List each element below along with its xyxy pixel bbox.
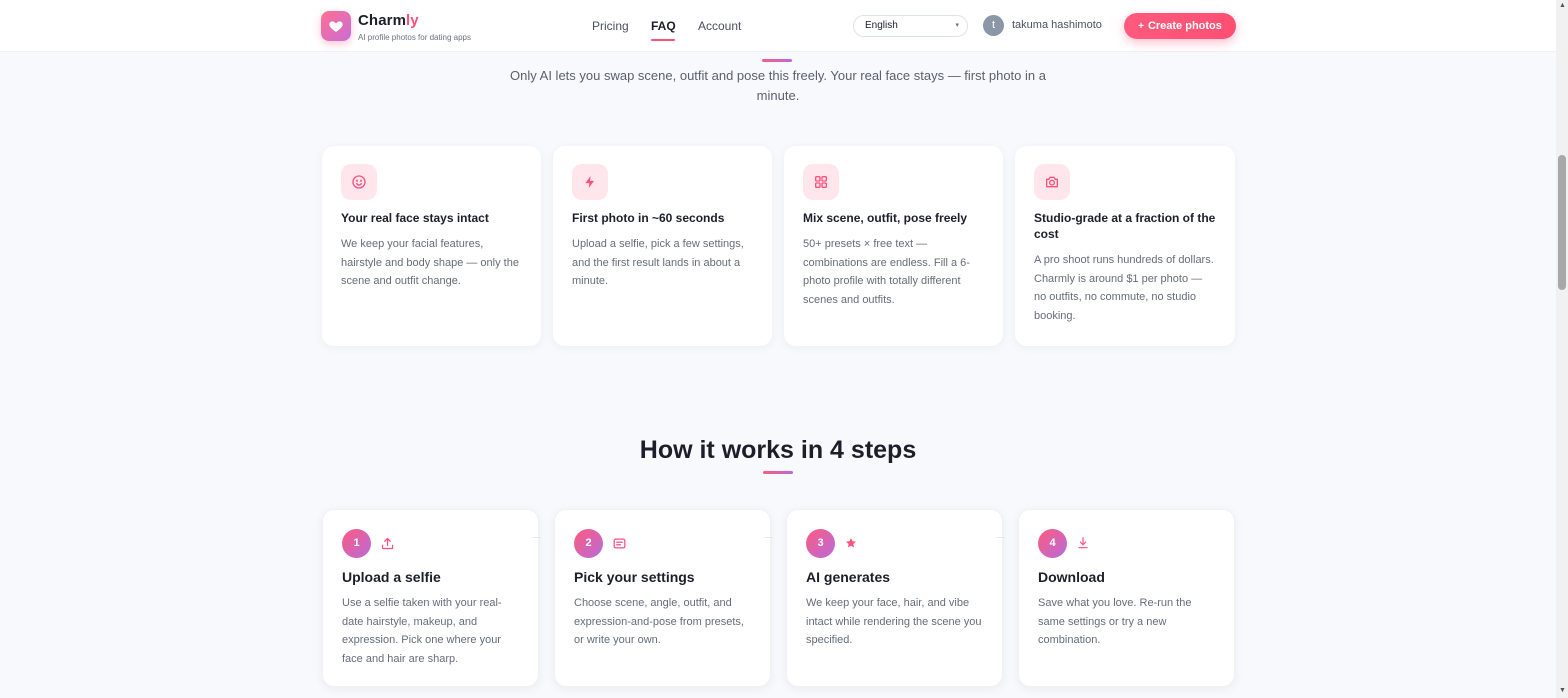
upload-icon [379,535,395,551]
create-photos-label: Create photos [1147,20,1222,32]
feature-title: Your real face stays intact [341,211,489,225]
nav-faq[interactable]: FAQ [651,19,676,33]
step-card: 4 Download Save what you love. Re-run th… [1018,509,1235,687]
top-nav-bar: Charmly AI profile photos for dating app… [0,0,1556,52]
intro-text: Only AI lets you swap scene, outfit and … [510,68,1046,103]
step-title: AI generates [806,569,891,585]
scroll-up-arrow-icon[interactable]: ▲ [1559,2,1566,9]
feature-description: Upload a selfie, pick a few settings, an… [572,238,744,287]
step-number-badge: 4 [1038,529,1067,558]
feature-card: Studio-grade at a fraction of the cost A… [1015,146,1235,346]
step-connector [765,537,773,538]
smile-icon [341,164,377,200]
step-card: 1 Upload a selfie Use a selfie taken wit… [322,509,539,687]
lightning-icon [572,164,608,200]
settings-card-icon [611,535,627,551]
feature-card: Mix scene, outfit, pose freely 50+ prese… [784,146,1003,346]
step-connector [533,537,541,538]
feature-card: Your real face stays intact We keep your… [322,146,541,346]
step-number-badge: 2 [574,529,603,558]
step-title: Upload a selfie [342,569,441,585]
feature-description: 50+ presets × free text — combinations a… [803,238,970,306]
scrollbar-thumb[interactable] [1558,155,1566,290]
brand-name[interactable]: Charmly [358,12,419,29]
step-description: We keep your face, hair, and vibe intact… [806,597,982,646]
step-title: Pick your settings [574,569,695,585]
section-accent-bar [763,471,793,474]
feature-card: First photo in ~60 seconds Upload a self… [553,146,772,346]
nav-account[interactable]: Account [698,19,741,33]
download-icon [1075,535,1091,551]
scroll-down-arrow-icon[interactable]: ▼ [1559,687,1566,694]
feature-title: Studio-grade at a fraction of the cost [1034,211,1216,241]
create-photos-button[interactable]: + Create photos [1124,13,1236,39]
feature-description: A pro shoot runs hundreds of dollars. Ch… [1034,254,1214,322]
language-select[interactable]: English ▾ [853,15,968,37]
nav-pricing[interactable]: Pricing [592,19,629,33]
avatar[interactable]: t [983,15,1004,36]
feature-title: First photo in ~60 seconds [572,211,725,225]
star-icon [843,535,859,551]
camera-icon [1034,164,1070,200]
step-connector [997,537,1005,538]
step-number-badge: 3 [806,529,835,558]
step-description: Choose scene, angle, outfit, and express… [574,597,744,646]
feature-description: We keep your facial features, hairstyle … [341,238,519,287]
brand-tagline: AI profile photos for dating apps [358,33,471,42]
username[interactable]: takuma hashimoto [1012,19,1102,31]
step-card: 3 AI generates We keep your face, hair, … [786,509,1003,687]
brand-name-suffix: ly [406,12,419,29]
page-scrollbar[interactable]: ▲ ▼ [1556,0,1568,698]
step-description: Use a selfie taken with your real-date h… [342,597,502,665]
step-description: Save what you love. Re-run the same sett… [1038,597,1192,646]
language-select-value: English [865,20,898,31]
sparkle-icon: + [1138,21,1144,32]
chevron-down-icon: ▾ [955,22,959,29]
step-number-badge: 1 [342,529,371,558]
grid-icon [803,164,839,200]
step-title: Download [1038,569,1105,585]
heart-logo-icon[interactable] [321,11,351,41]
nav-active-indicator [651,39,675,41]
section-title: How it works in 4 steps [639,436,917,464]
section-accent-bar [762,59,792,62]
feature-title: Mix scene, outfit, pose freely [803,211,968,225]
step-card: 2 Pick your settings Choose scene, angle… [554,509,771,687]
brand-name-prefix: Charm [358,12,407,29]
